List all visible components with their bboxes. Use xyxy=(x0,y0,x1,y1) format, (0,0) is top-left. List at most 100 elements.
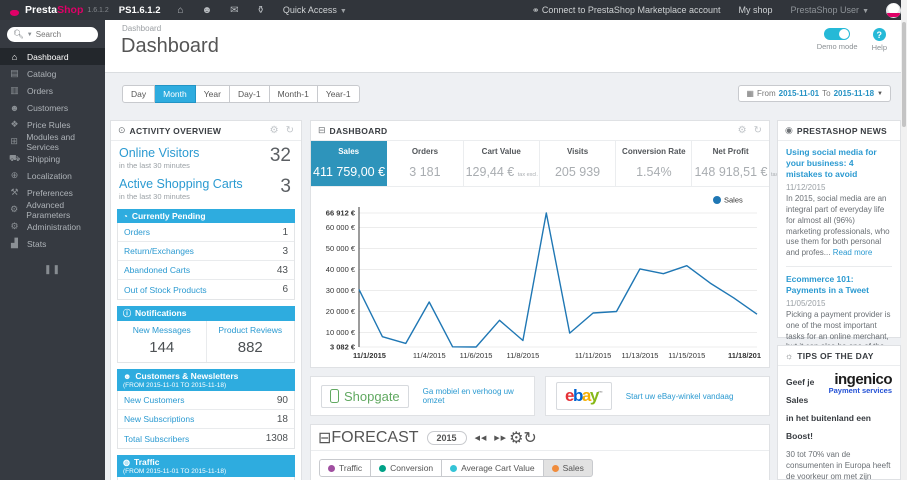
trophy-icon[interactable]: ⚱ xyxy=(247,5,273,16)
forecast-sales-button[interactable]: Sales xyxy=(543,459,593,477)
sidebar-item-shipping[interactable]: ⛟ Shipping xyxy=(0,150,105,167)
next-year-button[interactable]: ▶▶ xyxy=(492,433,509,444)
svg-text:11/8/2015: 11/8/2015 xyxy=(506,351,539,360)
svg-text:11/15/2015: 11/15/2015 xyxy=(668,351,705,360)
sidebar-search[interactable]: 🔍︎ ▼ xyxy=(7,27,98,42)
sidebar-item-stats[interactable]: ▟ Stats xyxy=(0,235,105,252)
new-customers-value: 90 xyxy=(276,394,288,406)
tab-month[interactable]: Month xyxy=(155,85,196,103)
tab-year[interactable]: Year xyxy=(195,85,230,103)
tips-body-text: 30 tot 70% van de consumenten in Europa … xyxy=(786,450,891,480)
forecast-conversion-button[interactable]: Conversion xyxy=(371,459,443,477)
kpi-value: 3 181 xyxy=(409,165,441,179)
demo-mode-label: Demo mode xyxy=(816,42,858,51)
sidebar-item-advanced-parameters[interactable]: ⚙ Advanced Parameters xyxy=(0,199,105,220)
kpi-orders[interactable]: Orders 3 181 xyxy=(387,141,464,186)
total-subscribers-link[interactable]: Total Subscribers xyxy=(124,434,189,444)
kpi-sales[interactable]: Sales 411 759,00 € tax excl. xyxy=(311,141,409,186)
scrollbar-thumb[interactable] xyxy=(902,22,906,127)
sidebar-item-label: Preferences xyxy=(27,187,73,198)
prestashop-news-panel: ◉ PRESTASHOP NEWS Using social media for… xyxy=(777,120,901,402)
user-menu[interactable]: PrestaShop User ▼ xyxy=(782,5,878,15)
dashboard-icon: ⌂ xyxy=(11,51,18,62)
messages-icon[interactable]: ✉ xyxy=(221,5,247,16)
svg-text:11/13/2015: 11/13/2015 xyxy=(621,351,658,360)
previous-year-button[interactable]: ◀◀ xyxy=(473,433,490,444)
sidebar-item-label: Modules and Services xyxy=(26,131,76,152)
svg-text:3 082 €: 3 082 € xyxy=(330,343,356,352)
date-range-picker[interactable]: ▦ From 2015-11-01 To 2015-11-18 ▼ xyxy=(738,85,891,102)
chevron-down-icon: ▼ xyxy=(877,90,883,97)
kpi-conversion-rate[interactable]: Conversion Rate 1.54% xyxy=(616,141,693,186)
new-subscriptions-link[interactable]: New Subscriptions xyxy=(124,414,194,424)
kpi-net-profit[interactable]: Net Profit 148 918,51 € tax excl. xyxy=(692,141,791,186)
gear-icon[interactable]: ⚙ xyxy=(509,430,523,447)
help-control: ? Help xyxy=(872,28,887,52)
pending-returns-link[interactable]: Return/Exchanges xyxy=(124,246,194,256)
refresh-icon[interactable]: ↻ xyxy=(523,430,536,447)
sidebar-item-preferences[interactable]: ⚒ Preferences xyxy=(0,184,105,201)
shopgate-ad-link[interactable]: Ga mobiel en verhoog uw omzet xyxy=(423,387,524,405)
sidebar-item-modules[interactable]: ⊞ Modules and Services xyxy=(0,131,105,152)
new-messages-cell[interactable]: New Messages 144 xyxy=(118,321,206,362)
ebay-ad[interactable]: ebay™ Start uw eBay-winkel vandaag xyxy=(545,376,770,416)
abandoned-carts-link[interactable]: Abandoned Carts xyxy=(124,265,190,275)
sidebar-item-price-rules[interactable]: ❖ Price Rules xyxy=(0,116,105,133)
kpi-label: Conversion Rate xyxy=(622,147,686,156)
search-input[interactable] xyxy=(35,30,94,39)
tab-day[interactable]: Day xyxy=(122,85,156,103)
my-shop-link[interactable]: My shop xyxy=(730,5,782,15)
read-more-link[interactable]: Read more xyxy=(833,248,873,257)
date-from-value: 2015-11-01 xyxy=(778,89,820,98)
clock-icon: ◔ xyxy=(123,212,128,221)
employee-icon[interactable]: ☻ xyxy=(193,5,222,16)
shopgate-ad[interactable]: Shopgate Ga mobiel en verhoog uw omzet xyxy=(310,376,535,416)
prestashop-logo[interactable]: PrestaShop 1.6.1.2 PS1.6.1.2 xyxy=(0,4,169,17)
gear-icon[interactable]: ⚙ xyxy=(270,125,279,136)
pending-rows: Orders 1 Return/Exchanges 3 Abandoned Cart… xyxy=(117,223,295,300)
tab-year-1[interactable]: Year-1 xyxy=(317,85,360,103)
new-customers-link[interactable]: New Customers xyxy=(124,395,184,405)
kpi-visits[interactable]: Visits 205 939 xyxy=(540,141,617,186)
gear-icon[interactable]: ⚙ xyxy=(738,125,747,136)
news-article-title-link[interactable]: Using social media for your business: 4 … xyxy=(786,147,892,180)
sidebar-item-catalog[interactable]: ▤ Catalog xyxy=(0,65,105,82)
demo-mode-toggle[interactable] xyxy=(824,28,851,40)
out-of-stock-link[interactable]: Out of Stock Products xyxy=(124,285,207,295)
vertical-scrollbar[interactable] xyxy=(901,0,907,480)
news-article-title-link[interactable]: Ecommerce 101: Payments in a Tweet xyxy=(786,274,892,296)
sidebar-item-customers[interactable]: ☻ Customers xyxy=(0,99,105,116)
tab-day-1[interactable]: Day-1 xyxy=(229,85,270,103)
new-messages-label: New Messages xyxy=(132,325,191,335)
ebay-ad-link[interactable]: Start uw eBay-winkel vandaag xyxy=(626,392,734,401)
help-icon[interactable]: ? xyxy=(872,28,886,41)
sidebar-item-dashboard[interactable]: ⌂ Dashboard xyxy=(0,48,105,65)
marketplace-icon: ⚭ xyxy=(531,4,540,15)
forecast-avg-cart-value-button[interactable]: Average Cart Value xyxy=(442,459,544,477)
version-label: 1.6.1.2 xyxy=(87,6,109,14)
sidebar-item-label: Advanced Parameters xyxy=(26,199,71,220)
search-scope-caret-icon[interactable]: ▼ xyxy=(27,32,33,38)
notifications-header: ⓘ Notifications xyxy=(117,306,295,321)
kpi-cart-value[interactable]: Cart Value 129,44 € tax excl. xyxy=(464,141,540,186)
active-carts-link[interactable]: Active Shopping Carts xyxy=(119,177,293,191)
online-visitors-link[interactable]: Online Visitors xyxy=(119,146,293,160)
product-reviews-cell[interactable]: Product Reviews 882 xyxy=(205,321,295,362)
breadcrumb[interactable]: Dashboard xyxy=(122,24,161,33)
refresh-icon[interactable]: ↻ xyxy=(754,125,762,136)
forecast-traffic-button[interactable]: Traffic xyxy=(319,459,372,477)
svg-text:Sales: Sales xyxy=(724,196,743,205)
sidebar-item-administration[interactable]: ⚙ Administration xyxy=(0,218,105,235)
sidebar-item-orders[interactable]: ▥ Orders xyxy=(0,82,105,99)
shop-icon[interactable]: ⌂ xyxy=(169,5,193,16)
sidebar-collapse-button[interactable]: ❚❚ xyxy=(0,264,105,275)
pending-orders-link[interactable]: Orders xyxy=(124,227,150,237)
orders-icon: ▥ xyxy=(10,85,19,95)
quick-access-menu[interactable]: Quick Access ▼ xyxy=(274,5,356,15)
tab-month-1[interactable]: Month-1 xyxy=(269,85,318,103)
forecast-year-button[interactable]: 2015 xyxy=(426,430,467,445)
marketplace-link[interactable]: ⚭ Connect to PrestaShop Marketplace acco… xyxy=(523,5,730,16)
user-avatar[interactable] xyxy=(886,2,901,18)
sidebar-item-localization[interactable]: ⊕ Localization xyxy=(0,167,105,184)
refresh-icon[interactable]: ↻ xyxy=(286,125,294,136)
